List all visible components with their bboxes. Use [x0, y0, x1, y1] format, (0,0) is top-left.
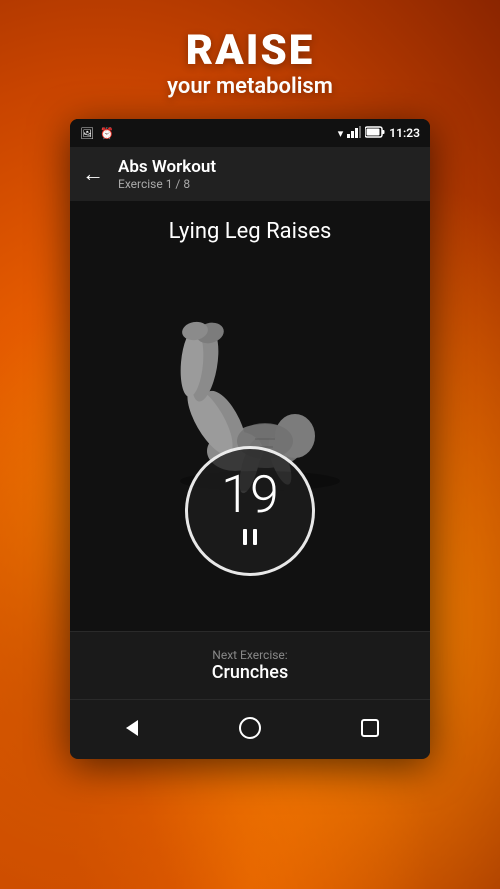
back-button[interactable]: ← — [82, 161, 104, 187]
next-exercise-section: Next Exercise: Crunches — [70, 631, 430, 699]
pause-button[interactable] — [238, 525, 262, 554]
phone-mockup: 🖼 ⏰ ▾ 11:23 — [70, 119, 430, 759]
nav-recents-button[interactable] — [340, 706, 400, 750]
timer-circle: 19 — [185, 446, 315, 576]
nav-back-button[interactable] — [100, 706, 160, 750]
toolbar: ← Abs Workout Exercise 1 / 8 — [70, 147, 430, 201]
timer-container[interactable]: 19 — [185, 446, 315, 576]
next-exercise-label: Next Exercise: — [212, 648, 287, 662]
workout-area: Lying Leg Raises — [70, 201, 430, 631]
battery-icon — [365, 126, 385, 141]
picture-icon: 🖼 — [80, 127, 94, 140]
next-exercise-name: Crunches — [212, 662, 288, 683]
wifi-icon: ▾ — [338, 127, 344, 140]
alarm-icon: ⏰ — [100, 127, 114, 140]
toolbar-text: Abs Workout Exercise 1 / 8 — [118, 157, 216, 191]
subtitle: your metabolism — [20, 74, 480, 99]
status-right-icons: ▾ 11:23 — [338, 126, 420, 141]
status-bar: 🖼 ⏰ ▾ 11:23 — [70, 119, 430, 147]
timer-value: 19 — [221, 469, 279, 521]
status-left-icons: 🖼 ⏰ — [80, 127, 114, 140]
signal-icon — [347, 126, 361, 141]
bottom-nav — [70, 699, 430, 755]
raise-title: RAISE — [20, 28, 480, 74]
top-section: RAISE your metabolism — [0, 0, 500, 119]
toolbar-subtitle: Exercise 1 / 8 — [118, 177, 216, 191]
toolbar-title: Abs Workout — [118, 157, 216, 177]
exercise-name: Lying Leg Raises — [169, 219, 332, 244]
nav-home-button[interactable] — [220, 706, 280, 750]
time-display: 11:23 — [389, 126, 420, 140]
